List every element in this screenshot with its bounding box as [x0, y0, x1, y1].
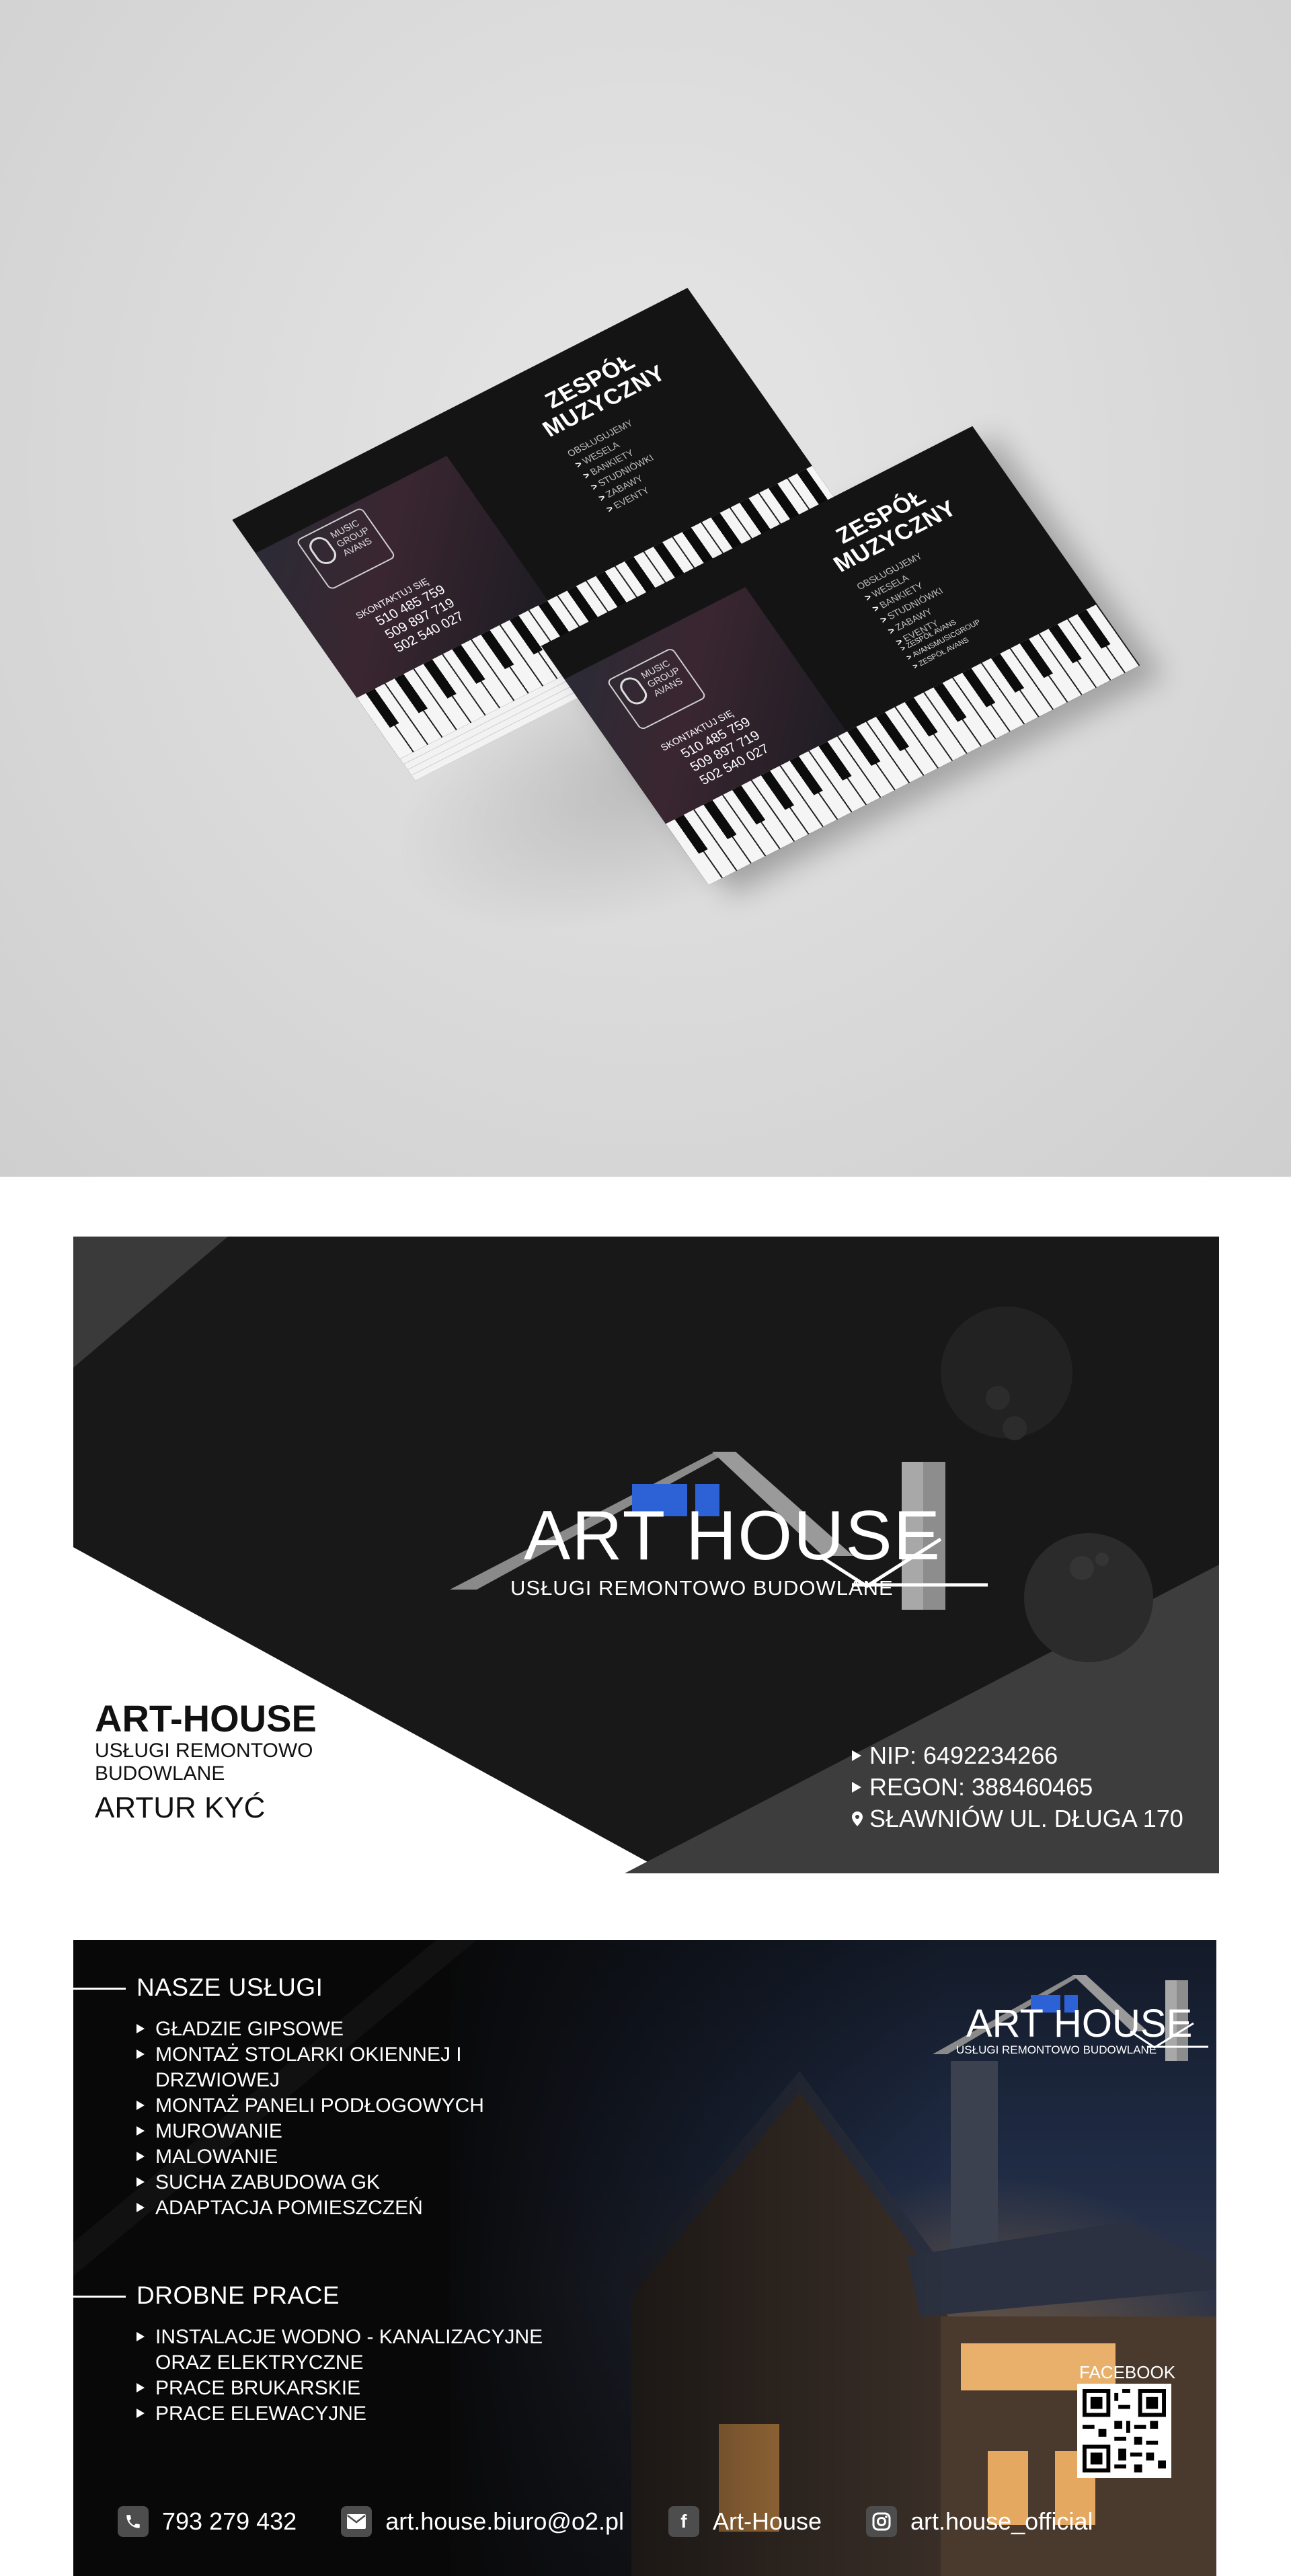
- brand-name: ART HOUSE: [524, 1497, 941, 1575]
- address-row: SŁAWNIÓW UL. DŁUGA 170: [852, 1803, 1183, 1834]
- small-jobs-list: INSTALACJE WODNO - KANALIZACYJNE ORAZ ELE…: [136, 2325, 543, 2427]
- owner-name: ARTUR KYĆ: [95, 1791, 266, 1824]
- phone-icon: [118, 2506, 149, 2537]
- qr-code[interactable]: [1077, 2384, 1171, 2478]
- qr-code-icon: [1083, 2389, 1166, 2472]
- company-name: ART-HOUSE: [95, 1697, 317, 1740]
- email-text: art.house.biuro@o2.pl: [385, 2507, 624, 2535]
- company-services: USŁUGI REMONTOWO BUDOWLANE: [95, 1740, 313, 1785]
- map-pin-icon: [852, 1811, 863, 1826]
- service-item: GŁADZIE GIPSOWE: [136, 2017, 484, 2042]
- nip-row: NIP: 6492234266: [852, 1740, 1183, 1771]
- envelope-icon: [341, 2506, 373, 2537]
- facebook-icon: f: [668, 2506, 699, 2537]
- brand-tagline: USŁUGI REMONTOWO BUDOWLANE: [510, 1576, 894, 1600]
- instagram-contact[interactable]: art.house_official: [866, 2506, 1093, 2537]
- qr-label: FACEBOOK: [1079, 2362, 1176, 2382]
- service-item: ADAPTACJA POMIESZCZEŃ: [136, 2195, 484, 2221]
- service-item: MALOWANIE: [136, 2144, 484, 2170]
- instagram-icon: [866, 2506, 898, 2537]
- services-list: GŁADZIE GIPSOWE MONTAŻ STOLARKI OKIENNEJ…: [136, 2017, 484, 2221]
- service-item: INSTALACJE WODNO - KANALIZACYJNE ORAZ ELE…: [136, 2325, 543, 2376]
- regon-row: REGON: 388460465: [852, 1771, 1183, 1803]
- phone-contact[interactable]: 793 279 432: [118, 2506, 297, 2537]
- phone-text: 793 279 432: [162, 2507, 297, 2535]
- contact-footer: 793 279 432 art.house.biuro@o2.pl f Art-…: [118, 2505, 1138, 2538]
- decor-circle: [1024, 1533, 1153, 1662]
- service-item: MONTAŻ PANELI PODŁOGOWYCH: [136, 2093, 484, 2119]
- service-item: MONTAŻ STOLARKI OKIENNEJ I DRZWIOWEJ: [136, 2042, 484, 2093]
- mockup-services: OBSŁUGUJEMY WESELA BANKIETY STUDNIÓWKI Z…: [564, 416, 674, 515]
- corner-panel: [73, 1237, 228, 1368]
- arrow-icon: [852, 1750, 861, 1761]
- nip-text: NIP: 6492234266: [869, 1742, 1058, 1769]
- service-item: SUCHA ZABUDOWA GK: [136, 2170, 484, 2195]
- company-block: ART-HOUSE USŁUGI REMONTOWO BUDOWLANE ART…: [95, 1698, 337, 1827]
- brand-tagline: USŁUGI REMONTOWO BUDOWLANE: [956, 2043, 1157, 2056]
- card-front: ART HOUSE USŁUGI REMONTOWO BUDOWLANE ART…: [73, 1237, 1219, 1873]
- card-back: NASZE USŁUGI GŁADZIE GIPSOWE MONTAŻ STOL…: [73, 1940, 1216, 2576]
- facebook-text: Art-House: [712, 2507, 822, 2535]
- art-house-logo: ART HOUSE USŁUGI REMONTOWO BUDOWLANE: [436, 1432, 988, 1613]
- facebook-contact[interactable]: f Art-House: [668, 2506, 822, 2537]
- regon-text: REGON: 388460465: [869, 1773, 1093, 1801]
- business-card-mockup: MUSIC GROUP AVANS ZESPÓŁ MUZYCZNY OBSŁUG…: [0, 0, 1291, 1177]
- section-divider: [73, 2296, 126, 2298]
- instagram-text: art.house_official: [910, 2507, 1093, 2535]
- service-item: PRACE BRUKARSKIE: [136, 2376, 543, 2401]
- brand-name: ART HOUSE: [966, 2002, 1193, 2045]
- service-item: MUROWANIE: [136, 2119, 484, 2144]
- service-item: PRACE ELEWACYJNE: [136, 2401, 543, 2427]
- decor-circle: [941, 1306, 1072, 1438]
- email-contact[interactable]: art.house.biuro@o2.pl: [341, 2506, 624, 2537]
- section-divider: [73, 1988, 126, 1990]
- art-house-logo-small: ART HOUSE USŁUGI REMONTOWO BUDOWLANE: [926, 1968, 1208, 2069]
- company-details: NIP: 6492234266 REGON: 388460465 SŁAWNIÓ…: [852, 1740, 1183, 1834]
- address-text: SŁAWNIÓW UL. DŁUGA 170: [869, 1805, 1183, 1832]
- small-jobs-title: DROBNE PRACE: [136, 2281, 340, 2309]
- services-title: NASZE USŁUGI: [136, 1974, 323, 2001]
- arrow-icon: [852, 1781, 861, 1793]
